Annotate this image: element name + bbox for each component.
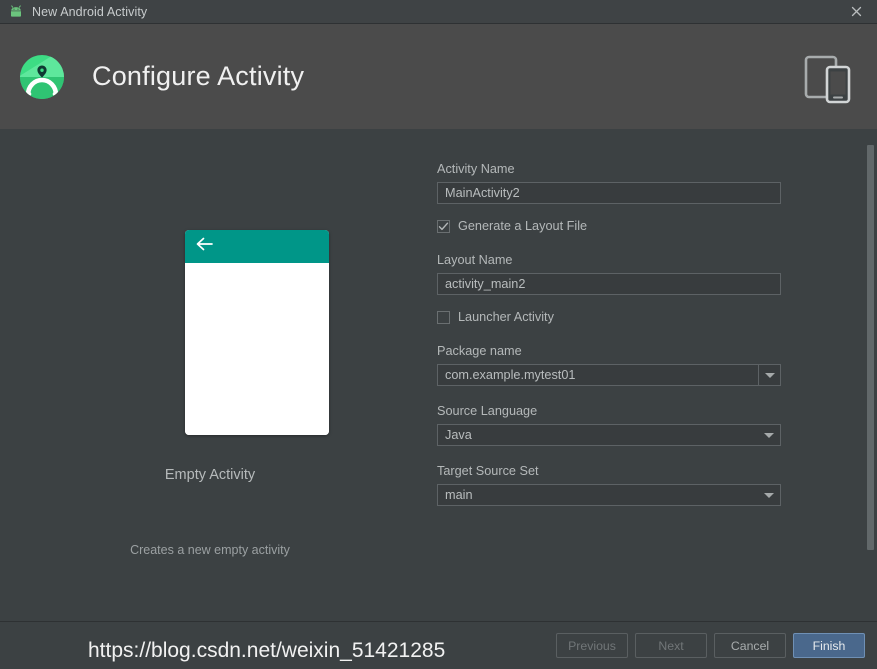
activity-preview-card bbox=[185, 230, 329, 435]
generate-layout-checkbox-row[interactable]: Generate a Layout File bbox=[437, 217, 797, 235]
android-robot-icon bbox=[8, 4, 24, 20]
generate-layout-label: Generate a Layout File bbox=[458, 219, 588, 233]
back-arrow-icon bbox=[196, 237, 213, 256]
target-source-set-combobox[interactable]: main bbox=[437, 484, 781, 506]
source-language-combobox[interactable]: Java bbox=[437, 424, 781, 446]
previous-button[interactable]: Previous bbox=[556, 633, 628, 658]
package-name-combobox[interactable]: com.example.mytest01 bbox=[437, 364, 781, 386]
next-button[interactable]: Next bbox=[635, 633, 707, 658]
window-titlebar: New Android Activity bbox=[0, 0, 877, 24]
finish-button[interactable]: Finish bbox=[793, 633, 865, 658]
chevron-down-icon[interactable] bbox=[758, 365, 780, 385]
new-android-activity-dialog: New Android Activity Configure Activity … bbox=[0, 0, 877, 669]
activity-config-form: Activity Name Generate a Layout File Lay… bbox=[437, 129, 797, 506]
dialog-footer: Previous Next Cancel Finish bbox=[0, 621, 877, 669]
scrollbar-thumb[interactable] bbox=[867, 145, 874, 550]
template-description-label: Creates a new empty activity bbox=[130, 543, 290, 557]
preview-appbar bbox=[185, 230, 329, 263]
layout-name-label: Layout Name bbox=[437, 253, 513, 267]
dialog-body: Empty Activity Creates a new empty activ… bbox=[0, 129, 877, 621]
chevron-down-icon[interactable] bbox=[758, 425, 780, 445]
launcher-activity-checkbox[interactable] bbox=[437, 310, 450, 324]
cancel-button[interactable]: Cancel bbox=[714, 633, 786, 658]
android-studio-logo-icon bbox=[18, 53, 66, 101]
target-source-set-label: Target Source Set bbox=[437, 464, 539, 478]
vertical-scrollbar[interactable] bbox=[863, 129, 877, 621]
window-title: New Android Activity bbox=[32, 4, 148, 19]
launcher-activity-label: Launcher Activity bbox=[458, 310, 554, 324]
chevron-down-icon[interactable] bbox=[758, 485, 780, 505]
package-name-label: Package name bbox=[437, 344, 522, 358]
activity-name-label: Activity Name bbox=[437, 162, 515, 176]
activity-name-input[interactable] bbox=[437, 182, 781, 204]
launcher-activity-checkbox-row[interactable]: Launcher Activity bbox=[437, 308, 797, 326]
layout-name-input[interactable] bbox=[437, 273, 781, 295]
source-language-label: Source Language bbox=[437, 404, 538, 418]
dialog-header: Configure Activity bbox=[0, 24, 877, 129]
page-title: Configure Activity bbox=[92, 61, 305, 91]
tablet-phone-device-icon bbox=[797, 48, 855, 106]
close-icon[interactable] bbox=[843, 1, 869, 23]
source-language-value: Java bbox=[445, 428, 472, 442]
preview-content-area bbox=[185, 263, 329, 435]
target-source-set-value: main bbox=[445, 488, 473, 502]
template-name-label: Empty Activity bbox=[164, 467, 256, 483]
generate-layout-checkbox[interactable] bbox=[437, 219, 450, 233]
package-name-value: com.example.mytest01 bbox=[445, 368, 576, 382]
template-preview-panel: Empty Activity Creates a new empty activ… bbox=[0, 129, 420, 621]
